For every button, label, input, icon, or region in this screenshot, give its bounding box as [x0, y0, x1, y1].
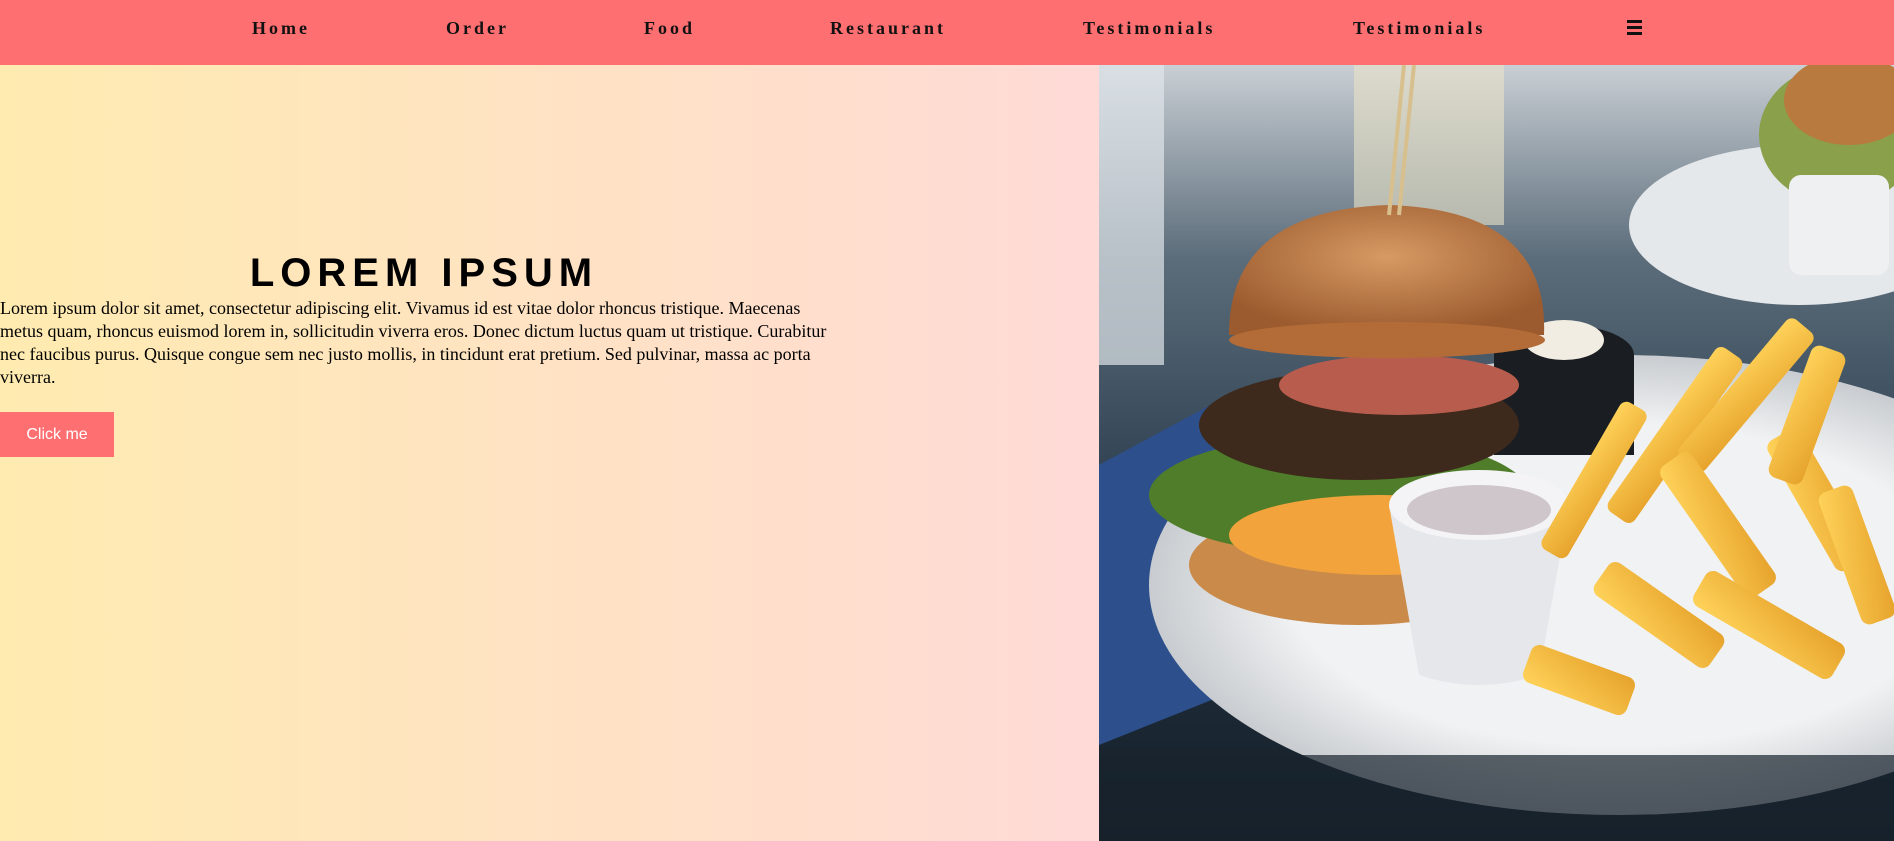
hero-title: LOREM IPSUM	[249, 251, 599, 295]
hero-section: LOREM IPSUM Lorem ipsum dolor sit amet, …	[0, 65, 1099, 841]
nav-item-testimonials[interactable]: Testimonials	[1083, 17, 1215, 39]
hero-text: Lorem ipsum dolor sit amet, consectetur …	[0, 298, 827, 387]
burger-photo	[1099, 65, 1894, 841]
nav-item-restaurant[interactable]: Restaurant	[830, 17, 946, 39]
nav-item-order[interactable]: Order	[446, 17, 509, 39]
nav-item-food[interactable]: Food	[644, 17, 695, 39]
hamburger-icon[interactable]	[1627, 20, 1642, 36]
nav-item-testimonials-2[interactable]: Testimonials	[1353, 17, 1485, 39]
nav-item-home[interactable]: Home	[252, 17, 310, 39]
top-navbar: Home Order Food Restaurant Testimonials …	[0, 0, 1894, 65]
click-me-button[interactable]: Click me	[0, 412, 114, 457]
